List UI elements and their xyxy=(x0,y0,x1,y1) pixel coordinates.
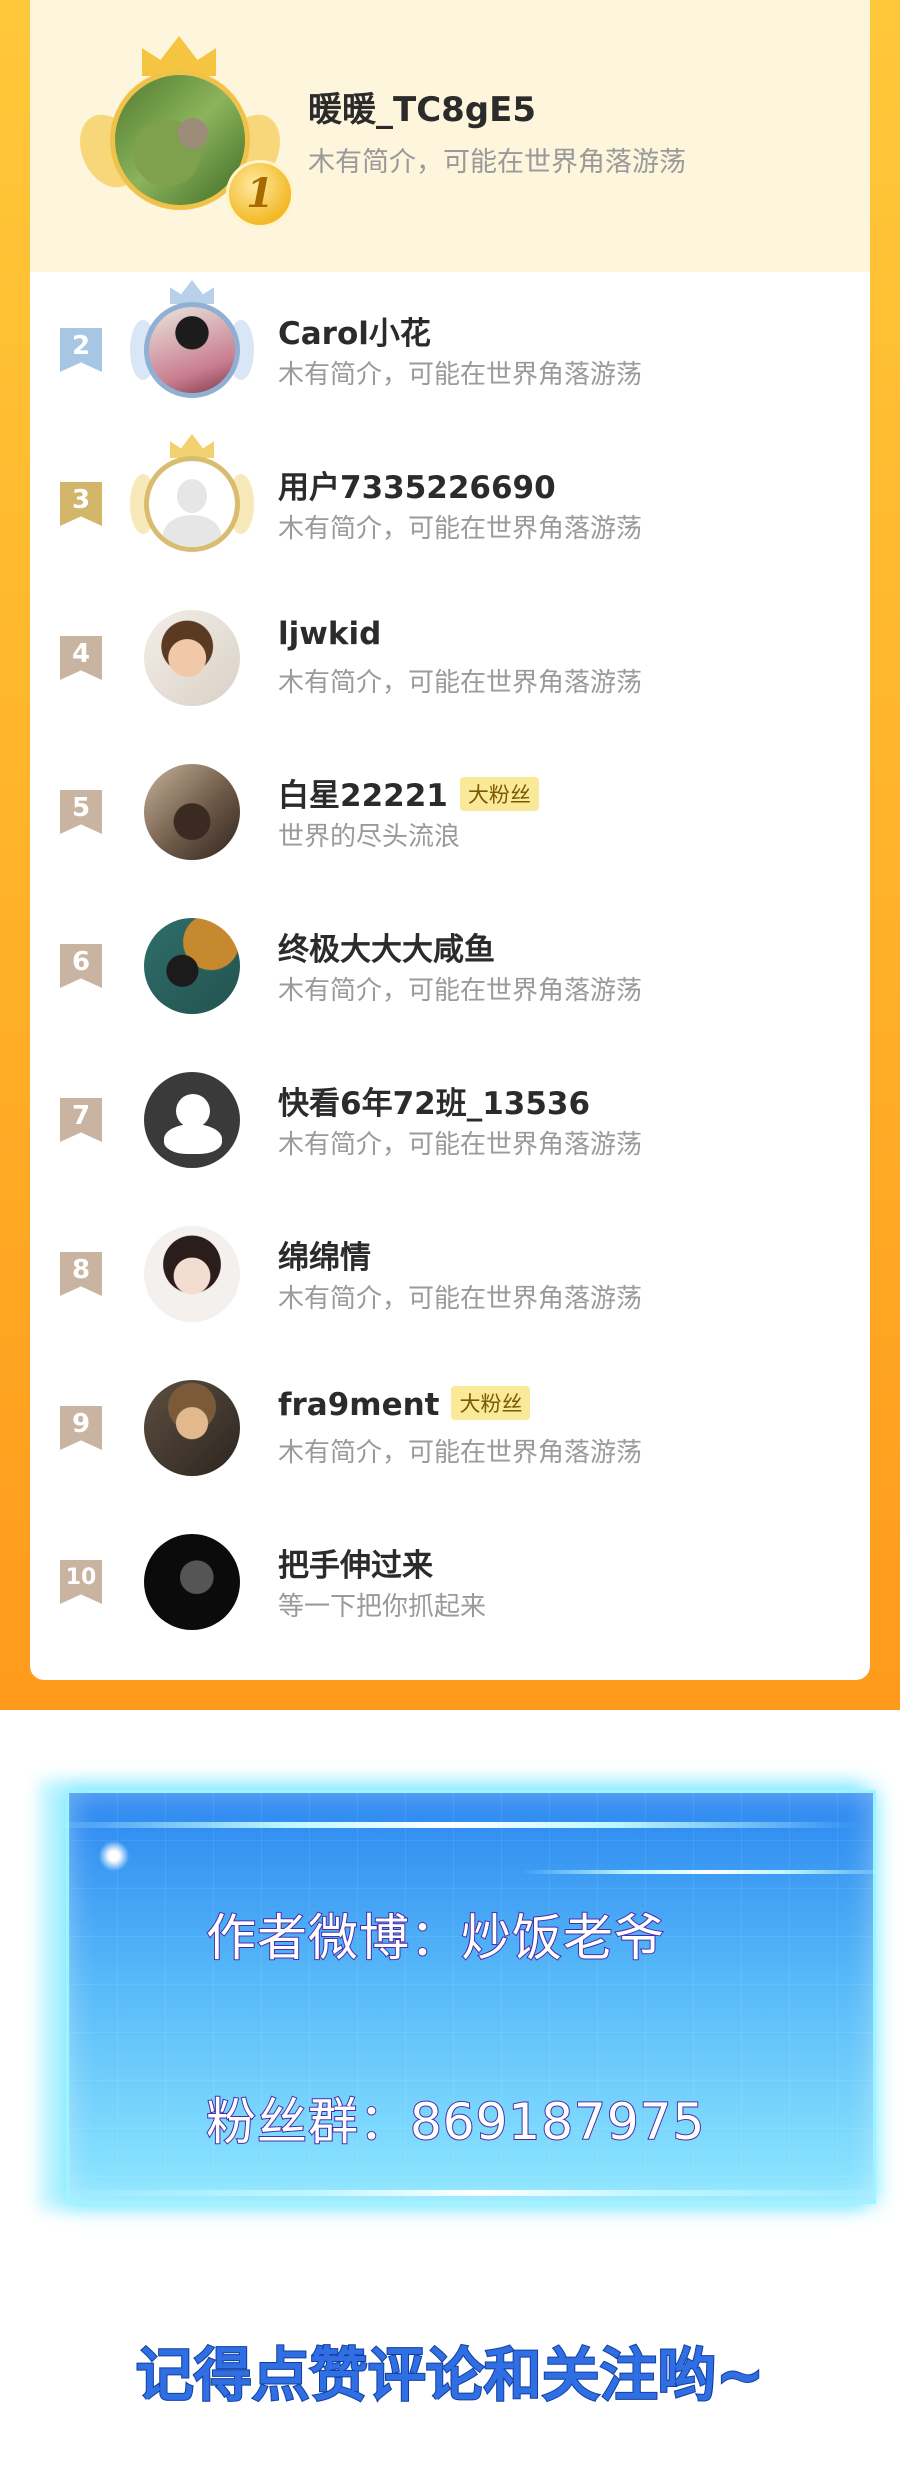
gold-crown-icon xyxy=(170,434,214,458)
default-avatar[interactable] xyxy=(144,456,240,552)
fan-row-9[interactable]: 9 fra9ment 大粉丝 木有简介，可能在世界角落游荡 xyxy=(30,1350,870,1504)
top-fan-name[interactable]: 暖暖_TC8gE5 xyxy=(308,82,536,131)
avatar[interactable] xyxy=(144,918,240,1014)
fan-name-text: 白星22221 xyxy=(278,778,448,814)
fan-row-4[interactable]: 4 ljwkid 木有简介，可能在世界角落游荡 xyxy=(30,580,870,734)
avatar[interactable] xyxy=(144,764,240,860)
fan-group-text: 粉丝群：869187975 xyxy=(205,2092,706,2152)
fan-row-6[interactable]: 6 终极大大大咸鱼 木有简介，可能在世界角落游荡 xyxy=(30,888,870,1042)
default-avatar-head-icon xyxy=(177,479,207,513)
fan-name[interactable]: 快看6年72班_13536 xyxy=(278,1078,590,1123)
fan-name[interactable]: ljwkid xyxy=(278,616,381,652)
avatar[interactable] xyxy=(144,1226,240,1322)
rank-badge: 8 xyxy=(60,1252,102,1296)
rank-badge: 7 xyxy=(60,1098,102,1142)
fan-bio: 木有简介，可能在世界角落游荡 xyxy=(278,360,643,390)
fan-bio: 木有简介，可能在世界角落游荡 xyxy=(278,668,643,698)
rank-badge: 10 xyxy=(60,1560,102,1604)
sparkle-icon xyxy=(96,1838,132,1874)
author-promo-section: 作者微博：炒饭老爷 粉丝群：869187975 记得点赞评论和关注哟~ xyxy=(0,1710,900,2484)
fan-name[interactable]: 把手伸过来 xyxy=(278,1540,433,1585)
avatar[interactable] xyxy=(144,302,240,398)
light-beam-decoration xyxy=(60,2190,900,2196)
fan-bio: 木有简介，可能在世界角落游荡 xyxy=(278,1284,643,1314)
top-fan-avatar-frame: 1 xyxy=(80,30,294,240)
fan-row-8[interactable]: 8 绵绵情 木有简介，可能在世界角落游荡 xyxy=(30,1196,870,1350)
avatar[interactable] xyxy=(144,1534,240,1630)
fan-name[interactable]: Carol小花 xyxy=(278,308,431,353)
fan-row-7[interactable]: 7 快看6年72班_13536 木有简介，可能在世界角落游荡 xyxy=(30,1042,870,1196)
fan-row-3[interactable]: 3 用户7335226690 木有简介，可能在世界角落游荡 xyxy=(30,426,870,580)
fan-name[interactable]: 绵绵情 xyxy=(278,1232,371,1277)
fan-row-2[interactable]: 2 Carol小花 木有简介，可能在世界角落游荡 xyxy=(30,272,870,426)
fan-name[interactable]: 终极大大大咸鱼 xyxy=(278,924,495,969)
fan-bio: 等一下把你抓起来 xyxy=(278,1592,487,1622)
big-fan-badge: 大粉丝 xyxy=(459,777,539,811)
fan-row-5[interactable]: 5 白星22221 大粉丝 世界的尽头流浪 xyxy=(30,734,870,888)
light-beam-decoration xyxy=(520,1870,900,1874)
fan-bio: 木有简介，可能在世界角落游荡 xyxy=(278,1438,643,1468)
fan-ranking-section: 1 暖暖_TC8gE5 木有简介，可能在世界角落游荡 2 Carol小花 木有简… xyxy=(0,0,900,1710)
top-fan-row[interactable]: 1 暖暖_TC8gE5 木有简介，可能在世界角落游荡 xyxy=(30,0,870,272)
author-weibo-text: 作者微博：炒饭老爷 xyxy=(205,1908,665,1968)
silver-crown-icon xyxy=(170,280,214,304)
rank-badge: 2 xyxy=(60,328,102,372)
rank-badge: 5 xyxy=(60,790,102,834)
rank-badge: 4 xyxy=(60,636,102,680)
fan-bio: 木有简介，可能在世界角落游荡 xyxy=(278,976,643,1006)
fan-name[interactable]: 用户7335226690 xyxy=(278,462,556,507)
top-fan-bio: 木有简介，可能在世界角落游荡 xyxy=(308,147,686,178)
fan-name[interactable]: fra9ment 大粉丝 xyxy=(278,1386,531,1423)
avatar[interactable] xyxy=(144,610,240,706)
fan-bio: 世界的尽头流浪 xyxy=(278,822,461,852)
fan-name[interactable]: 白星22221 大粉丝 xyxy=(278,770,539,815)
default-avatar-body-icon xyxy=(163,515,221,547)
light-beam-decoration xyxy=(40,1822,860,1828)
avatar[interactable] xyxy=(144,1072,240,1168)
avatar[interactable] xyxy=(144,1380,240,1476)
rank-1-medal-icon: 1 xyxy=(226,160,294,228)
like-comment-follow-cta: 记得点赞评论和关注哟~ xyxy=(135,2340,766,2410)
ghost-head-icon xyxy=(176,1094,210,1128)
fan-name-text: fra9ment xyxy=(278,1387,440,1423)
fan-row-10[interactable]: 10 把手伸过来 等一下把你抓起来 xyxy=(30,1504,870,1658)
fan-bio: 木有简介，可能在世界角落游荡 xyxy=(278,1130,643,1160)
big-fan-badge: 大粉丝 xyxy=(451,1386,531,1420)
fan-list: 2 Carol小花 木有简介，可能在世界角落游荡 3 用户7335226690 … xyxy=(30,272,870,1658)
rank-badge: 3 xyxy=(60,482,102,526)
ghost-body-icon xyxy=(164,1124,222,1154)
rank-badge: 6 xyxy=(60,944,102,988)
fan-bio: 木有简介，可能在世界角落游荡 xyxy=(278,514,643,544)
fan-ranking-card: 1 暖暖_TC8gE5 木有简介，可能在世界角落游荡 2 Carol小花 木有简… xyxy=(30,0,870,1680)
rank-badge: 9 xyxy=(60,1406,102,1450)
